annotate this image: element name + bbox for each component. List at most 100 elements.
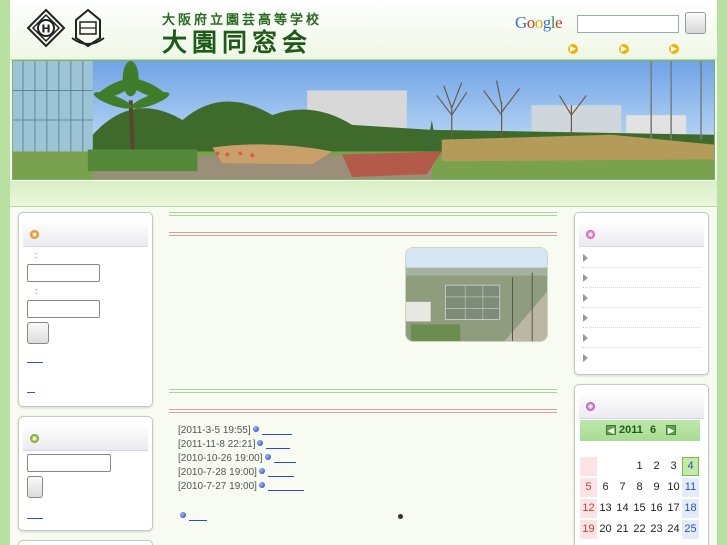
calendar-day bbox=[580, 457, 597, 476]
calendar-day[interactable]: 21 bbox=[614, 520, 631, 539]
flower-icon bbox=[30, 230, 39, 239]
bullet-icon bbox=[258, 482, 265, 488]
menu-item[interactable] bbox=[582, 328, 700, 348]
center-divider bbox=[169, 232, 557, 236]
calendar-day[interactable]: 9 bbox=[648, 478, 665, 497]
center-divider bbox=[169, 212, 557, 216]
left-box-3 bbox=[18, 540, 153, 545]
next-month-icon[interactable]: ▶ bbox=[666, 425, 676, 435]
news-item: [2010-10-26 19:00] bbox=[178, 453, 296, 464]
calendar-day[interactable]: 14 bbox=[614, 499, 631, 518]
calendar-year: 2011 bbox=[619, 424, 643, 436]
news-more bbox=[178, 511, 207, 522]
triangle-icon bbox=[583, 254, 588, 262]
triangle-icon bbox=[583, 354, 588, 362]
calendar-day[interactable]: 7 bbox=[614, 478, 631, 497]
username-field[interactable] bbox=[27, 264, 100, 282]
menu-item[interactable] bbox=[582, 248, 700, 268]
news-date: [2011-3-5 19:55] bbox=[178, 425, 251, 436]
triangle-icon bbox=[583, 334, 588, 342]
calendar-header: ◀ 2011 6 ▶ bbox=[580, 420, 700, 441]
login-button[interactable] bbox=[27, 322, 49, 344]
nav-arrow-icon[interactable]: ▶ bbox=[568, 44, 578, 54]
calendar-day[interactable]: 1 bbox=[631, 457, 648, 476]
menu-item[interactable] bbox=[582, 288, 700, 308]
triangle-icon bbox=[583, 314, 588, 322]
menu-item[interactable] bbox=[582, 308, 700, 328]
advanced-search-link[interactable] bbox=[27, 517, 43, 519]
flower-icon bbox=[586, 230, 595, 239]
search-box bbox=[18, 416, 153, 531]
news-date: [2010-7-28 19:00] bbox=[178, 467, 257, 478]
news-item: [2010-7-27 19:00] bbox=[178, 481, 304, 492]
news-title-link[interactable] bbox=[267, 468, 294, 477]
calendar-day[interactable]: 25 bbox=[682, 520, 699, 539]
password-field[interactable] bbox=[27, 300, 100, 318]
site-header: H 大阪府立園芸高等学校 大園同窓会 Google ▶ ▶ ▶ bbox=[10, 0, 717, 60]
school-crest-icon: H bbox=[26, 8, 66, 48]
google-search-input[interactable] bbox=[577, 15, 679, 33]
calendar-day[interactable]: 13 bbox=[597, 499, 614, 518]
password-label: : bbox=[35, 286, 38, 296]
news-title-link[interactable] bbox=[266, 440, 291, 449]
calendar-day[interactable]: 20 bbox=[597, 520, 614, 539]
site-title: 大園同窓会 bbox=[162, 28, 313, 57]
calendar-day[interactable]: 5 bbox=[580, 478, 597, 497]
nav-arrow-icon[interactable]: ▶ bbox=[669, 44, 679, 54]
calendar-day[interactable]: 4 bbox=[682, 457, 699, 476]
register-link[interactable] bbox=[27, 361, 43, 363]
news-more-link[interactable] bbox=[189, 512, 207, 521]
calendar-day[interactable]: 16 bbox=[648, 499, 665, 518]
calendar-day[interactable]: 24 bbox=[665, 520, 682, 539]
center-divider bbox=[169, 389, 557, 393]
calendar-day[interactable]: 6 bbox=[597, 478, 614, 497]
news-date: [2010-7-27 19:00] bbox=[178, 481, 257, 492]
center-divider bbox=[169, 409, 557, 413]
login-box: : : bbox=[18, 212, 153, 407]
calendar-day[interactable]: 23 bbox=[648, 520, 665, 539]
news-title-link[interactable] bbox=[273, 454, 296, 463]
bullet-icon bbox=[257, 440, 264, 446]
news-title-link[interactable] bbox=[261, 426, 292, 435]
site-search-button[interactable] bbox=[27, 476, 43, 498]
calendar-day[interactable]: 10 bbox=[665, 478, 682, 497]
news-item: [2011-3-5 19:55] bbox=[178, 425, 292, 436]
campus-aerial-photo bbox=[405, 247, 548, 342]
news-title-link[interactable] bbox=[267, 482, 304, 491]
calendar-day[interactable]: 17 bbox=[665, 499, 682, 518]
login-box-header bbox=[23, 221, 148, 247]
username-label: : bbox=[35, 250, 38, 260]
calendar-day[interactable]: 12 bbox=[580, 499, 597, 518]
calendar-day[interactable]: 22 bbox=[631, 520, 648, 539]
menu-item[interactable] bbox=[582, 268, 700, 288]
flower-icon bbox=[586, 402, 595, 411]
calendar-day[interactable]: 11 bbox=[682, 478, 699, 497]
triangle-icon bbox=[583, 294, 588, 302]
flower-icon bbox=[30, 434, 39, 443]
site-search-input[interactable] bbox=[27, 454, 111, 472]
bullet-icon bbox=[264, 454, 271, 460]
bullet-icon bbox=[258, 468, 265, 474]
calendar-box-header bbox=[579, 393, 704, 419]
lost-password-link[interactable] bbox=[27, 391, 35, 393]
calendar-day bbox=[614, 457, 631, 476]
nav-arrow-icon[interactable]: ▶ bbox=[619, 44, 629, 54]
campus-banner-image bbox=[12, 60, 715, 180]
news-date: [2011-11-8 22:21] bbox=[178, 439, 256, 450]
calendar-day[interactable]: 15 bbox=[631, 499, 648, 518]
banner-strip bbox=[10, 181, 717, 207]
calendar-day[interactable]: 3 bbox=[665, 457, 682, 476]
prev-month-icon[interactable]: ◀ bbox=[606, 425, 616, 435]
menu-box-header bbox=[579, 221, 704, 247]
google-search-button[interactable] bbox=[685, 12, 706, 34]
calendar-day[interactable]: 8 bbox=[631, 478, 648, 497]
calendar-day bbox=[597, 457, 614, 476]
calendar-day[interactable]: 18 bbox=[682, 499, 699, 518]
bullet-icon bbox=[252, 426, 259, 432]
alumni-emblem-icon bbox=[71, 8, 105, 48]
dot-icon bbox=[398, 514, 403, 519]
menu-item[interactable] bbox=[582, 348, 700, 368]
calendar-day[interactable]: 2 bbox=[648, 457, 665, 476]
calendar-day[interactable]: 19 bbox=[580, 520, 597, 539]
bullet-icon bbox=[180, 512, 186, 518]
